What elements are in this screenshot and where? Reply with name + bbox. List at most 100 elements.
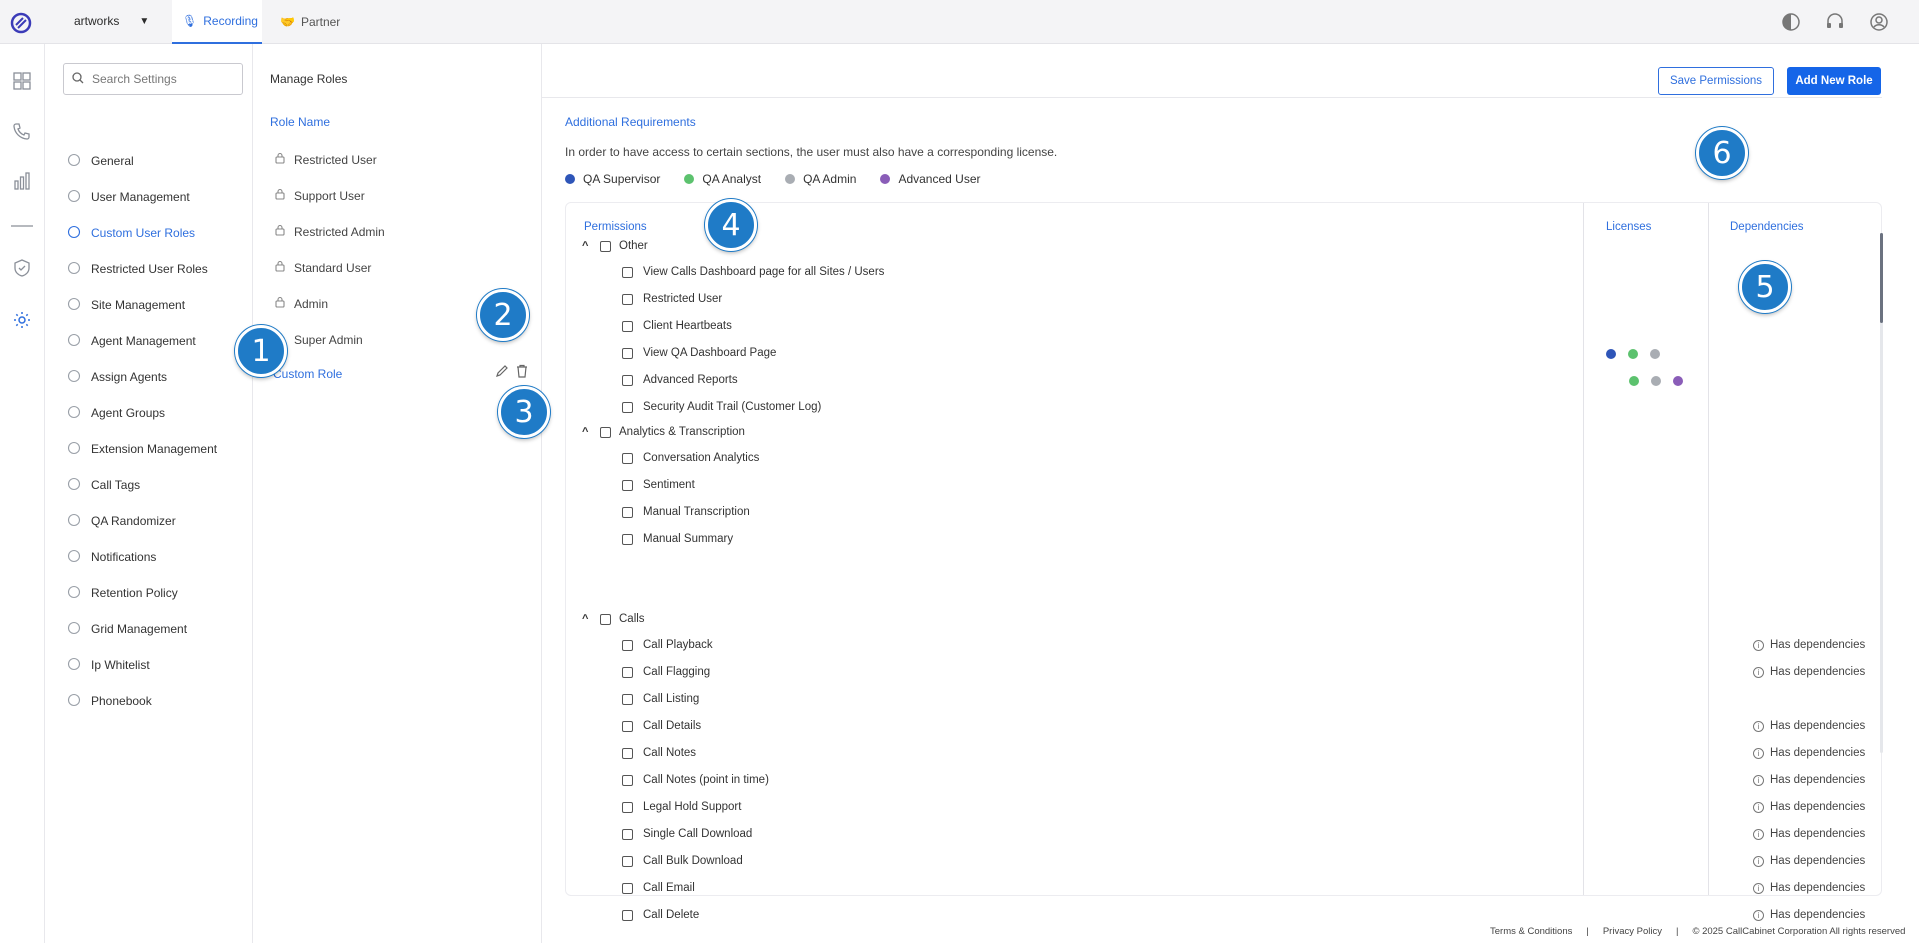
theme-toggle-icon[interactable] — [1781, 12, 1801, 32]
permission-row[interactable]: View Calls Dashboard page for all Sites … — [622, 266, 884, 278]
permission-checkbox[interactable] — [622, 855, 633, 867]
settings-nav-item[interactable]: Phonebook — [67, 691, 152, 711]
settings-nav-item[interactable]: Ip Whitelist — [67, 655, 150, 675]
has-dependencies-indicator[interactable]: i Has dependencies — [1753, 855, 1865, 867]
chevron-up-icon[interactable]: ^ — [582, 426, 592, 438]
permission-row[interactable]: Call Delete — [622, 909, 699, 921]
group-checkbox[interactable] — [600, 426, 611, 438]
settings-gear-icon[interactable] — [11, 309, 33, 331]
role-item[interactable]: Standard User — [274, 260, 371, 275]
shield-check-icon[interactable] — [11, 257, 33, 279]
privacy-link[interactable]: Privacy Policy — [1603, 926, 1662, 937]
role-item[interactable]: Restricted User — [274, 152, 377, 167]
permission-checkbox[interactable] — [622, 639, 633, 651]
permission-row[interactable]: Call Playback — [622, 639, 713, 651]
delete-trash-icon[interactable] — [515, 364, 529, 378]
permission-checkbox[interactable] — [622, 452, 633, 464]
chevron-up-icon[interactable]: ^ — [582, 240, 592, 252]
settings-nav-item[interactable]: General — [67, 151, 134, 171]
has-dependencies-indicator[interactable]: i Has dependencies — [1753, 720, 1865, 732]
search-settings-field[interactable] — [63, 63, 243, 95]
permission-checkbox[interactable] — [622, 479, 633, 491]
settings-nav-item[interactable]: Agent Groups — [67, 403, 165, 423]
workspace-selector[interactable]: artworks ▼ — [74, 14, 149, 28]
permission-row[interactable]: Call Notes (point in time) — [622, 774, 769, 786]
permission-checkbox[interactable] — [622, 401, 633, 413]
permission-row[interactable]: Call Flagging — [622, 666, 710, 678]
callcabinet-logo-icon[interactable] — [10, 12, 32, 34]
permission-row[interactable]: Advanced Reports — [622, 374, 738, 386]
has-dependencies-indicator[interactable]: i Has dependencies — [1753, 639, 1865, 651]
permission-row[interactable]: Client Heartbeats — [622, 320, 732, 332]
settings-nav-item[interactable]: Assign Agents — [67, 367, 167, 387]
user-profile-icon[interactable] — [1869, 12, 1889, 32]
permission-row[interactable]: Restricted User — [622, 293, 722, 305]
tab-partner[interactable]: 🤝 Partner — [270, 0, 350, 44]
save-permissions-button[interactable]: Save Permissions — [1658, 67, 1774, 95]
permission-row[interactable]: Call Email — [622, 882, 695, 894]
settings-nav-item[interactable]: Agent Management — [67, 331, 196, 351]
permission-row[interactable]: Security Audit Trail (Customer Log) — [622, 401, 821, 413]
permission-checkbox[interactable] — [622, 801, 633, 813]
settings-nav-item[interactable]: Retention Policy — [67, 583, 178, 603]
permission-checkbox[interactable] — [622, 374, 633, 386]
has-dependencies-indicator[interactable]: i Has dependencies — [1753, 909, 1865, 921]
role-item[interactable]: Support User — [274, 188, 365, 203]
permission-group-row[interactable]: ^ Other — [582, 240, 648, 252]
has-dependencies-indicator[interactable]: i Has dependencies — [1753, 666, 1865, 678]
permission-checkbox[interactable] — [622, 666, 633, 678]
permission-checkbox[interactable] — [622, 533, 633, 545]
permission-row[interactable]: Call Notes — [622, 747, 696, 759]
tab-recording[interactable]: 🎙 Recording — [172, 0, 262, 44]
permission-row[interactable]: Manual Summary — [622, 533, 733, 545]
permission-checkbox[interactable] — [622, 693, 633, 705]
permission-group-row[interactable]: ^ Calls — [582, 613, 645, 625]
role-item[interactable]: Restricted Admin — [274, 224, 385, 239]
scrollbar-thumb[interactable] — [1880, 233, 1883, 323]
permission-checkbox[interactable] — [622, 909, 633, 921]
has-dependencies-indicator[interactable]: i Has dependencies — [1753, 882, 1865, 894]
settings-nav-item[interactable]: QA Randomizer — [67, 511, 176, 531]
permission-checkbox[interactable] — [622, 882, 633, 894]
settings-nav-item[interactable]: Notifications — [67, 547, 156, 567]
settings-nav-item[interactable]: Site Management — [67, 295, 185, 315]
has-dependencies-indicator[interactable]: i Has dependencies — [1753, 801, 1865, 813]
phone-calls-icon[interactable] — [11, 120, 33, 142]
settings-nav-item[interactable]: Call Tags — [67, 475, 140, 495]
permission-checkbox[interactable] — [622, 266, 633, 278]
permission-row[interactable]: Conversation Analytics — [622, 452, 759, 464]
permission-checkbox[interactable] — [622, 320, 633, 332]
headset-support-icon[interactable] — [1825, 12, 1845, 32]
settings-nav-item[interactable]: Custom User Roles — [67, 223, 195, 243]
permission-checkbox[interactable] — [622, 293, 633, 305]
permission-checkbox[interactable] — [622, 747, 633, 759]
has-dependencies-indicator[interactable]: i Has dependencies — [1753, 774, 1865, 786]
search-settings-input[interactable] — [92, 72, 232, 86]
role-item[interactable]: Admin — [274, 296, 328, 311]
group-checkbox[interactable] — [600, 613, 611, 625]
permission-row[interactable]: Call Bulk Download — [622, 855, 743, 867]
permission-row[interactable]: Single Call Download — [622, 828, 752, 840]
group-checkbox[interactable] — [600, 240, 611, 252]
permission-checkbox[interactable] — [622, 828, 633, 840]
has-dependencies-indicator[interactable]: i Has dependencies — [1753, 747, 1865, 759]
permission-group-row[interactable]: ^ Analytics & Transcription — [582, 426, 745, 438]
settings-nav-item[interactable]: Grid Management — [67, 619, 187, 639]
terms-link[interactable]: Terms & Conditions — [1490, 926, 1572, 937]
permission-checkbox[interactable] — [622, 720, 633, 732]
has-dependencies-indicator[interactable]: i Has dependencies — [1753, 828, 1865, 840]
dashboard-icon[interactable] — [11, 70, 33, 92]
settings-nav-item[interactable]: User Management — [67, 187, 190, 207]
permission-checkbox[interactable] — [622, 506, 633, 518]
settings-nav-item[interactable]: Extension Management — [67, 439, 217, 459]
role-item[interactable]: Super Admin — [274, 332, 363, 347]
permission-row[interactable]: Call Details — [622, 720, 701, 732]
permission-row[interactable]: Sentiment — [622, 479, 695, 491]
chevron-up-icon[interactable]: ^ — [582, 613, 592, 625]
permission-checkbox[interactable] — [622, 347, 633, 359]
edit-pencil-icon[interactable] — [495, 364, 509, 378]
bar-chart-icon[interactable] — [11, 170, 33, 192]
permission-row[interactable]: Call Listing — [622, 693, 699, 705]
settings-nav-item[interactable]: Restricted User Roles — [67, 259, 208, 279]
permission-row[interactable]: View QA Dashboard Page — [622, 347, 776, 359]
